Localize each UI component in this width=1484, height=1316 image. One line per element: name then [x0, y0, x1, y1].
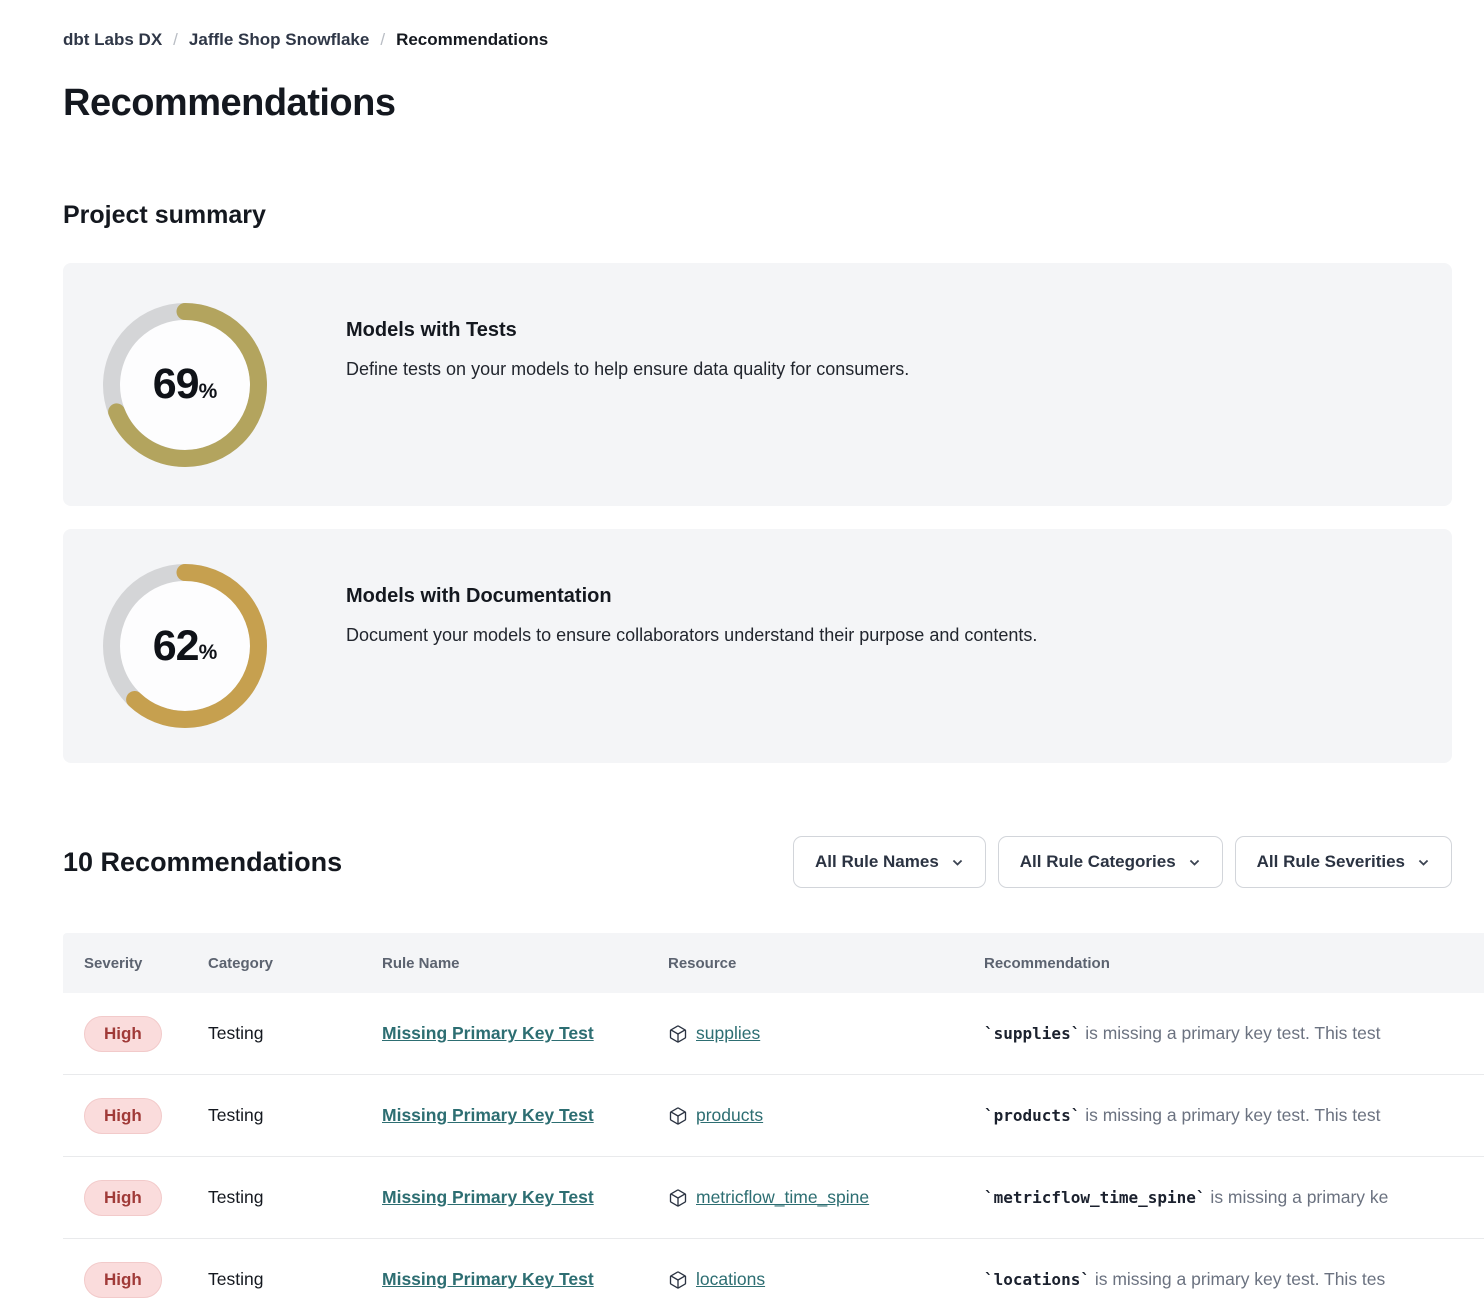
percent-value: 62: [153, 622, 199, 671]
recommendation-text: is missing a primary key test. This test: [1080, 1105, 1380, 1125]
rule-name-link[interactable]: Missing Primary Key Test: [382, 1269, 594, 1289]
filter-label: All Rule Categories: [1020, 852, 1176, 872]
table-row: High TestingMissing Primary Key Test locat…: [63, 1239, 1484, 1316]
filter-bar: All Rule Names All Rule Categories All R…: [793, 836, 1452, 888]
percent-sign: %: [199, 641, 218, 665]
breadcrumb-item-project[interactable]: Jaffle Shop Snowflake: [189, 30, 369, 50]
category-cell: Testing: [208, 1023, 382, 1044]
resource-cell: supplies: [668, 1023, 984, 1044]
recommendations-count-heading: 10 Recommendations: [63, 847, 342, 878]
main-content: dbt Labs DX / Jaffle Shop Snowflake / Re…: [0, 0, 1484, 1316]
category-cell: Testing: [208, 1269, 382, 1290]
table-header-row: Severity Category Rule Name Resource Rec…: [63, 933, 1484, 993]
recommendation-cell: `locations` is missing a primary key tes…: [984, 1269, 1484, 1290]
tests-donut-chart: 69 %: [103, 303, 267, 467]
recommendation-cell: `metricflow_time_spine` is missing a pri…: [984, 1187, 1484, 1208]
resource-link[interactable]: products: [696, 1105, 763, 1126]
filter-label: All Rule Severities: [1257, 852, 1405, 872]
card-text-block: Models with Documentation Document your …: [346, 567, 1037, 646]
filter-rule-severities-dropdown[interactable]: All Rule Severities: [1235, 836, 1452, 888]
column-header-resource: Resource: [668, 955, 984, 972]
recommendation-cell: `supplies` is missing a primary key test…: [984, 1023, 1484, 1044]
page-title: Recommendations: [63, 82, 1484, 125]
summary-card-tests: 69 % Models with Tests Define tests on y…: [63, 263, 1452, 506]
recommendation-text: is missing a primary key test. This test: [1080, 1023, 1380, 1043]
docs-donut-chart: 62 %: [103, 564, 267, 728]
table-body: HighTestingMissing Primary Key Testsuppl…: [63, 993, 1484, 1316]
resource-code: `products`: [984, 1106, 1080, 1125]
recommendation-cell: `products` is missing a primary key test…: [984, 1105, 1484, 1126]
resource-link[interactable]: locations: [696, 1269, 765, 1290]
resource-code: `metricflow_time_spine`: [984, 1188, 1206, 1207]
resource-link[interactable]: metricflow_time_spine: [696, 1187, 869, 1208]
severity-badge: High: [84, 1098, 162, 1134]
summary-card-docs: 62 % Models with Documentation Document …: [63, 529, 1452, 763]
table-row: High TestingMissing Primary Key Test suppl…: [63, 993, 1484, 1075]
severity-badge: High: [84, 1016, 162, 1052]
model-cube-icon: [668, 1024, 688, 1044]
percent-sign: %: [199, 380, 218, 404]
breadcrumb-separator: /: [380, 30, 385, 50]
model-cube-icon: [668, 1188, 688, 1208]
card-description-docs: Document your models to ensure collabora…: [346, 625, 1037, 646]
card-text-block: Models with Tests Define tests on your m…: [346, 301, 909, 380]
model-cube-icon: [668, 1270, 688, 1290]
table-row: High TestingMissing Primary Key Test produ…: [63, 1075, 1484, 1157]
recommendation-text: is missing a primary ke: [1206, 1187, 1389, 1207]
resource-code: `supplies`: [984, 1024, 1080, 1043]
filter-label: All Rule Names: [815, 852, 939, 872]
rule-name-link[interactable]: Missing Primary Key Test: [382, 1187, 594, 1207]
chevron-down-icon: [1188, 856, 1201, 869]
chevron-down-icon: [1417, 856, 1430, 869]
chevron-down-icon: [951, 856, 964, 869]
category-cell: Testing: [208, 1187, 382, 1208]
column-header-recommendation: Recommendation: [984, 955, 1484, 972]
column-header-severity: Severity: [84, 955, 208, 972]
column-header-rule-name: Rule Name: [382, 955, 668, 972]
percent-value: 69: [153, 360, 199, 409]
breadcrumb-item-current: Recommendations: [396, 30, 548, 50]
card-description-tests: Define tests on your models to help ensu…: [346, 359, 909, 380]
model-cube-icon: [668, 1106, 688, 1126]
resource-cell: locations: [668, 1269, 984, 1290]
severity-badge: High: [84, 1180, 162, 1216]
breadcrumb: dbt Labs DX / Jaffle Shop Snowflake / Re…: [63, 30, 1484, 50]
tests-percent-label: 69 %: [103, 303, 267, 467]
filter-rule-names-dropdown[interactable]: All Rule Names: [793, 836, 986, 888]
rule-name-link[interactable]: Missing Primary Key Test: [382, 1105, 594, 1125]
table-row: High TestingMissing Primary Key Test metri…: [63, 1157, 1484, 1239]
resource-cell: metricflow_time_spine: [668, 1187, 984, 1208]
resource-cell: products: [668, 1105, 984, 1126]
severity-badge: High: [84, 1262, 162, 1298]
resource-code: `locations`: [984, 1270, 1090, 1289]
project-summary-heading: Project summary: [63, 201, 1484, 230]
breadcrumb-separator: /: [173, 30, 178, 50]
filter-rule-categories-dropdown[interactable]: All Rule Categories: [998, 836, 1223, 888]
card-title-docs: Models with Documentation: [346, 585, 1037, 608]
breadcrumb-item-account[interactable]: dbt Labs DX: [63, 30, 162, 50]
category-cell: Testing: [208, 1105, 382, 1126]
recommendation-text: is missing a primary key test. This tes: [1090, 1269, 1385, 1289]
recommendations-table: Severity Category Rule Name Resource Rec…: [63, 933, 1484, 1316]
docs-percent-label: 62 %: [103, 564, 267, 728]
column-header-category: Category: [208, 955, 382, 972]
card-title-tests: Models with Tests: [346, 319, 909, 342]
recommendations-header: 10 Recommendations All Rule Names All Ru…: [63, 836, 1452, 888]
rule-name-link[interactable]: Missing Primary Key Test: [382, 1023, 594, 1043]
resource-link[interactable]: supplies: [696, 1023, 760, 1044]
